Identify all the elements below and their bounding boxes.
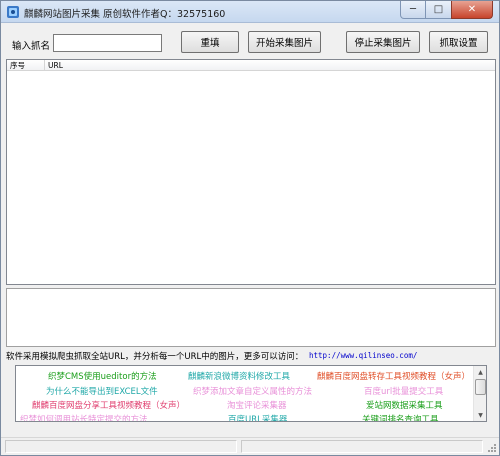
promo-link[interactable]: 爱站网数据采集工具	[366, 399, 443, 411]
scroll-down-icon[interactable]: ▼	[475, 410, 486, 420]
log-panel[interactable]	[6, 288, 496, 347]
promo-link[interactable]: 麒麟百度网盘转存工具视频教程（女声）	[317, 370, 470, 382]
window-controls: ─ □ ✕	[400, 1, 493, 19]
notice-text: 软件采用模拟爬虫抓取全站URL，并分析每一个URL中的图片，更多可以访问：	[6, 352, 304, 362]
close-button[interactable]: ✕	[451, 1, 493, 19]
vertical-scrollbar[interactable]: ▲ ▼	[473, 366, 486, 421]
promo-links-panel: 织梦CMS使用ueditor的方法 麒麟新浪微博资料修改工具 麒麟百度网盘转存工…	[15, 365, 487, 422]
promo-link[interactable]: 为什么不能导出到EXCEL文件	[46, 385, 158, 397]
window-title: 麒麟网站图片采集 原创软件作者Q：32575160	[24, 9, 226, 20]
promo-link[interactable]: 关键词排名查询工具	[362, 413, 439, 421]
promo-link[interactable]: 织梦如何调用站长特定提交的方法	[20, 413, 148, 421]
keyword-label: 输入抓名	[12, 41, 51, 52]
maximize-icon: □	[433, 4, 444, 15]
status-pane-left	[5, 440, 237, 453]
maximize-button[interactable]: □	[426, 1, 451, 19]
title-bar[interactable]: 麒麟网站图片采集 原创软件作者Q：32575160 ─ □ ✕	[1, 1, 499, 23]
minimize-button[interactable]: ─	[400, 1, 426, 19]
promo-link[interactable]: 淘宝评论采集器	[227, 399, 287, 411]
scrollbar-thumb[interactable]	[475, 379, 486, 395]
close-icon: ✕	[467, 4, 477, 15]
promo-link[interactable]: 百度URL采集器	[228, 413, 287, 421]
results-list-header: 序号 URL	[7, 60, 495, 71]
minimize-icon: ─	[409, 4, 417, 15]
results-list[interactable]: 序号 URL	[6, 59, 496, 285]
start-collect-button[interactable]: 开始采集图片	[248, 31, 321, 53]
app-window: 麒麟网站图片采集 原创软件作者Q：32575160 ─ □ ✕ 输入抓名 重填 …	[0, 0, 500, 456]
promo-link[interactable]: 织梦添加文章自定义属性的方法	[193, 385, 312, 397]
promo-link[interactable]: 百度url批量提交工具	[364, 385, 443, 397]
app-icon	[7, 6, 19, 18]
status-pane-right	[241, 440, 483, 453]
toolbar: 输入抓名 重填 开始采集图片 停止采集图片 抓取设置	[1, 23, 499, 59]
reset-button[interactable]: 重填	[181, 31, 239, 53]
promo-link[interactable]: 麒麟新浪微博资料修改工具	[188, 370, 290, 382]
column-header-url[interactable]: URL	[45, 60, 145, 71]
column-header-index[interactable]: 序号	[7, 60, 45, 71]
promo-link[interactable]: 麒麟百度网盘分享工具视频教程（女声）	[32, 399, 185, 411]
promo-link[interactable]: 织梦CMS使用ueditor的方法	[48, 370, 157, 382]
scroll-up-icon[interactable]: ▲	[475, 367, 486, 377]
status-bar	[1, 437, 499, 455]
keyword-input[interactable]	[53, 34, 162, 52]
website-link[interactable]: http://www.qilinseo.com/	[309, 351, 417, 360]
resize-grip-icon[interactable]	[486, 442, 497, 453]
stop-collect-button[interactable]: 停止采集图片	[346, 31, 420, 53]
crawl-settings-button[interactable]: 抓取设置	[429, 31, 488, 53]
